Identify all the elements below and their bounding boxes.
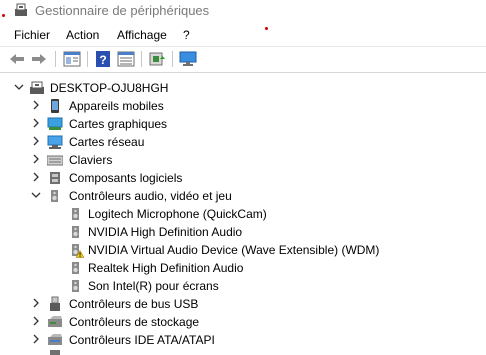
window-title: Gestionnaire de périphériques: [35, 3, 210, 18]
title-bar: Gestionnaire de périphériques: [0, 0, 486, 22]
device-manager-icon: [15, 3, 27, 16]
speaker-icon: [72, 262, 79, 274]
tree-item-label: Claviers: [69, 153, 113, 167]
storage-controller-icon: [48, 316, 62, 327]
chevron-right-icon[interactable]: [31, 100, 41, 110]
network-adapter-icon: [47, 135, 63, 149]
tree-item-keyboards[interactable]: Claviers: [0, 151, 486, 169]
tree-item-network-adapters[interactable]: Cartes réseau: [0, 133, 486, 151]
tree-child-label: NVIDIA High Definition Audio: [88, 225, 243, 239]
tree-child-label: Son Intel(R) pour écrans: [88, 279, 219, 293]
tree-child-item[interactable]: Logitech Microphone (QuickCam): [0, 205, 486, 223]
tree-item-software-components[interactable]: Composants logiciels: [0, 169, 486, 187]
display-adapter-icon: [47, 117, 63, 130]
ide-controller-icon: [48, 334, 62, 345]
tree-item-label: Contrôleurs de bus USB: [69, 297, 199, 311]
speaker-icon: [72, 226, 79, 238]
tree-item-storage-controllers[interactable]: Contrôleurs de stockage: [0, 313, 486, 331]
tree-child-label: Realtek High Definition Audio: [88, 261, 244, 275]
chevron-right-icon[interactable]: [31, 316, 41, 326]
toolbar-divider: [55, 51, 56, 67]
tree-root-label: DESKTOP-OJU8HGH: [50, 81, 169, 95]
chevron-right-icon[interactable]: [31, 118, 41, 128]
menu-bar: Fichier Action Affichage ?: [0, 25, 486, 45]
chevron-right-icon[interactable]: [31, 172, 41, 182]
tree-item-label: Contrôleurs de stockage: [69, 315, 200, 329]
monitor-icon[interactable]: [179, 51, 197, 67]
tree-child-item[interactable]: NVIDIA Virtual Audio Device (Wave Extens…: [0, 241, 486, 259]
back-icon[interactable]: [8, 51, 26, 67]
red-dot: [2, 14, 5, 17]
menu-view[interactable]: Affichage: [117, 28, 167, 42]
tree-item-label: Contrôleurs IDE ATA/ATAPI: [69, 333, 215, 347]
help-icon[interactable]: ?: [94, 51, 112, 67]
menu-file[interactable]: Fichier: [14, 28, 50, 42]
keyboard-icon: [47, 155, 63, 166]
tree-item-label: Composants logiciels: [69, 171, 183, 185]
menu-help[interactable]: ?: [183, 28, 190, 42]
svg-text:?: ?: [99, 53, 106, 67]
speaker-icon: [51, 190, 58, 202]
toolbar-divider: [87, 51, 88, 67]
chevron-down-icon[interactable]: [31, 190, 41, 200]
update-driver-icon[interactable]: [148, 51, 166, 67]
chevron-right-icon[interactable]: [31, 136, 41, 146]
tree-item-label: Contrôleurs audio, vidéo et jeu: [69, 189, 232, 203]
list-view-icon[interactable]: [117, 51, 135, 67]
menu-action[interactable]: Action: [66, 28, 99, 42]
usb-icon: [50, 296, 60, 311]
tree-item-label: Cartes graphiques: [69, 117, 168, 131]
toolbar-divider: [141, 51, 142, 67]
chevron-right-icon[interactable]: [31, 154, 41, 164]
tree-child-label: Logitech Microphone (QuickCam): [88, 207, 267, 221]
tree-child-label: NVIDIA Virtual Audio Device (Wave Extens…: [88, 243, 380, 257]
speaker-icon: [72, 244, 84, 258]
speaker-icon: [72, 208, 79, 220]
computer-icon: [30, 81, 44, 94]
mobile-device-icon: [51, 99, 59, 113]
forward-icon[interactable]: [30, 51, 48, 67]
tree-item-partial: [0, 349, 486, 355]
tree-child-item[interactable]: Realtek High Definition Audio: [0, 259, 486, 277]
tree-item-audio-video-game[interactable]: Contrôleurs audio, vidéo et jeu: [0, 187, 486, 205]
tree-item-mobile-devices[interactable]: Appareils mobiles: [0, 97, 486, 115]
properties-panel-icon[interactable]: [63, 51, 81, 67]
toolbar: ?: [0, 47, 486, 71]
toolbar-divider: [172, 51, 173, 67]
tree-child-item[interactable]: NVIDIA High Definition Audio: [0, 223, 486, 241]
speaker-icon: [72, 280, 79, 292]
device-tree[interactable]: DESKTOP-OJU8HGH Appareils mobiles Cartes…: [0, 73, 486, 355]
tree-item-usb-controllers[interactable]: Contrôleurs de bus USB: [0, 295, 486, 313]
chevron-right-icon[interactable]: [31, 334, 41, 344]
tree-item-ide-controllers[interactable]: Contrôleurs IDE ATA/ATAPI: [0, 331, 486, 349]
software-component-icon: [50, 172, 60, 184]
device-icon: [50, 350, 60, 355]
tree-item-display-adapters[interactable]: Cartes graphiques: [0, 115, 486, 133]
tree-item-label: Cartes réseau: [69, 135, 145, 149]
chevron-down-icon[interactable]: [14, 82, 24, 92]
tree-item-label: Appareils mobiles: [69, 99, 164, 113]
tree-root[interactable]: DESKTOP-OJU8HGH: [0, 79, 486, 97]
chevron-right-icon[interactable]: [31, 298, 41, 308]
tree-child-item[interactable]: Son Intel(R) pour écrans: [0, 277, 486, 295]
